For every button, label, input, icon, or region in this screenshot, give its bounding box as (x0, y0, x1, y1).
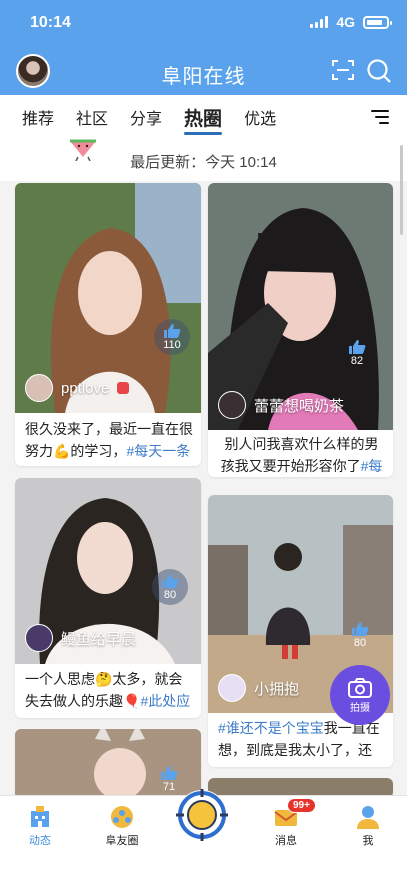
last-update-text: 最后更新：今天 10:14 (130, 154, 277, 171)
signal-icon (310, 16, 329, 28)
like-count: 82 (350, 355, 364, 367)
topic-tag[interactable]: #谁还不是个宝宝 (218, 720, 324, 736)
update-row: 最后更新：今天 10:14 (0, 139, 407, 181)
scan-icon[interactable] (331, 58, 355, 82)
camera-label: 拍摄 (350, 702, 370, 714)
post-card[interactable]: 80 鳗鱼给早晨 一个人思虑🤔太多，就会失去做人的乐趣🎈#此处应 (15, 478, 201, 718)
post-card[interactable]: 110 pptlove 很久没来了，最近一直在很努力💪的学习，#每天一条 (15, 183, 201, 466)
user-icon (357, 806, 379, 829)
category-tabs: 推荐 社区 分享 热圈 优选 (0, 95, 407, 139)
like-button[interactable]: 80 (152, 569, 188, 605)
author-avatar (218, 391, 246, 419)
bottom-navigation: 动态 阜友圈 消息 99+ 我 (0, 789, 407, 883)
building-icon (31, 806, 49, 827)
author-name: pptlove (61, 379, 110, 397)
nav-label: 动态 (29, 835, 51, 847)
heart-icon (117, 382, 130, 394)
tab-share[interactable]: 分享 (130, 105, 162, 129)
post-author[interactable]: 蕾蕾想喝奶茶 (218, 391, 344, 419)
like-count: 110 (163, 339, 181, 351)
header-bar: 10:14 4G 阜阳在线 (0, 0, 407, 95)
nav-dynamics[interactable]: 动态 (10, 804, 70, 848)
author-avatar (218, 674, 246, 702)
nav-me[interactable]: 我 (338, 804, 398, 848)
search-icon[interactable] (366, 58, 392, 84)
topic-tag[interactable]: #每天一条 (126, 443, 190, 459)
thumbs-up-icon (164, 324, 181, 338)
message-badge: 99+ (287, 798, 316, 813)
camera-icon (348, 677, 372, 698)
center-button (176, 789, 228, 841)
post-author[interactable]: 鳗鱼给早晨 (25, 624, 136, 652)
post-description: 别人问我喜欢什么样的男孩我又要开始形容你了#每 (218, 433, 385, 477)
like-button[interactable]: 82 (348, 339, 366, 367)
topic-tag[interactable]: #此处应 (140, 693, 190, 709)
tab-selected[interactable]: 优选 (244, 105, 276, 129)
thumbs-up-icon (349, 340, 366, 354)
nav-label: 我 (362, 835, 374, 847)
like-count: 80 (163, 589, 177, 601)
author-name: 鳗鱼给早晨 (61, 630, 137, 648)
post-card[interactable]: 80 小拥抱 #谁还不是个宝宝我一直在想，到底是我太小了，还 (208, 495, 393, 767)
status-time: 10:14 (30, 14, 71, 31)
nav-label: 消息 (275, 835, 297, 847)
like-count: 71 (162, 781, 176, 793)
like-button[interactable]: 80 (351, 621, 369, 649)
scrollbar[interactable] (400, 145, 403, 235)
nav-friends-circle[interactable]: 阜友圈 (92, 804, 152, 848)
post-card[interactable]: 82 蕾蕾想喝奶茶 别人问我喜欢什么样的男孩我又要开始形容你了#每 (208, 183, 393, 477)
post-description: 很久没来了，最近一直在很努力💪的学习，#每天一条 (25, 418, 193, 462)
tab-community[interactable]: 社区 (76, 105, 108, 129)
post-author[interactable]: pptlove (25, 374, 130, 402)
thumbs-up-icon (162, 574, 179, 588)
battery-icon (363, 15, 392, 29)
tab-hot-circle[interactable]: 热圈 (184, 104, 223, 135)
post-description: 一个人思虑🤔太多，就会失去做人的乐趣🎈#此处应 (25, 668, 193, 712)
camera-button[interactable]: 拍摄 (330, 665, 390, 725)
tab-recommend[interactable]: 推荐 (22, 105, 54, 129)
menu-icon[interactable] (371, 110, 389, 124)
nav-label: 阜友圈 (105, 835, 139, 847)
author-avatar (25, 374, 53, 402)
friends-icon (111, 806, 133, 828)
thumbs-up-icon (161, 766, 178, 780)
desc-text: 别人问我喜欢什么样的男孩我又要开始形容你了 (220, 436, 379, 474)
post-author[interactable]: 小拥抱 (218, 674, 299, 702)
author-name: 小拥抱 (254, 680, 300, 698)
like-count: 80 (353, 637, 367, 649)
topic-tag[interactable]: #每 (361, 458, 383, 474)
target-icon (176, 789, 228, 841)
author-avatar (25, 624, 53, 652)
network-label: 4G (336, 14, 355, 30)
status-indicators: 4G (310, 14, 392, 30)
author-name: 蕾蕾想喝奶茶 (254, 397, 345, 415)
like-button[interactable]: 110 (154, 319, 190, 355)
thumbs-up-icon (352, 622, 369, 636)
post-card[interactable]: 71 (15, 729, 201, 799)
